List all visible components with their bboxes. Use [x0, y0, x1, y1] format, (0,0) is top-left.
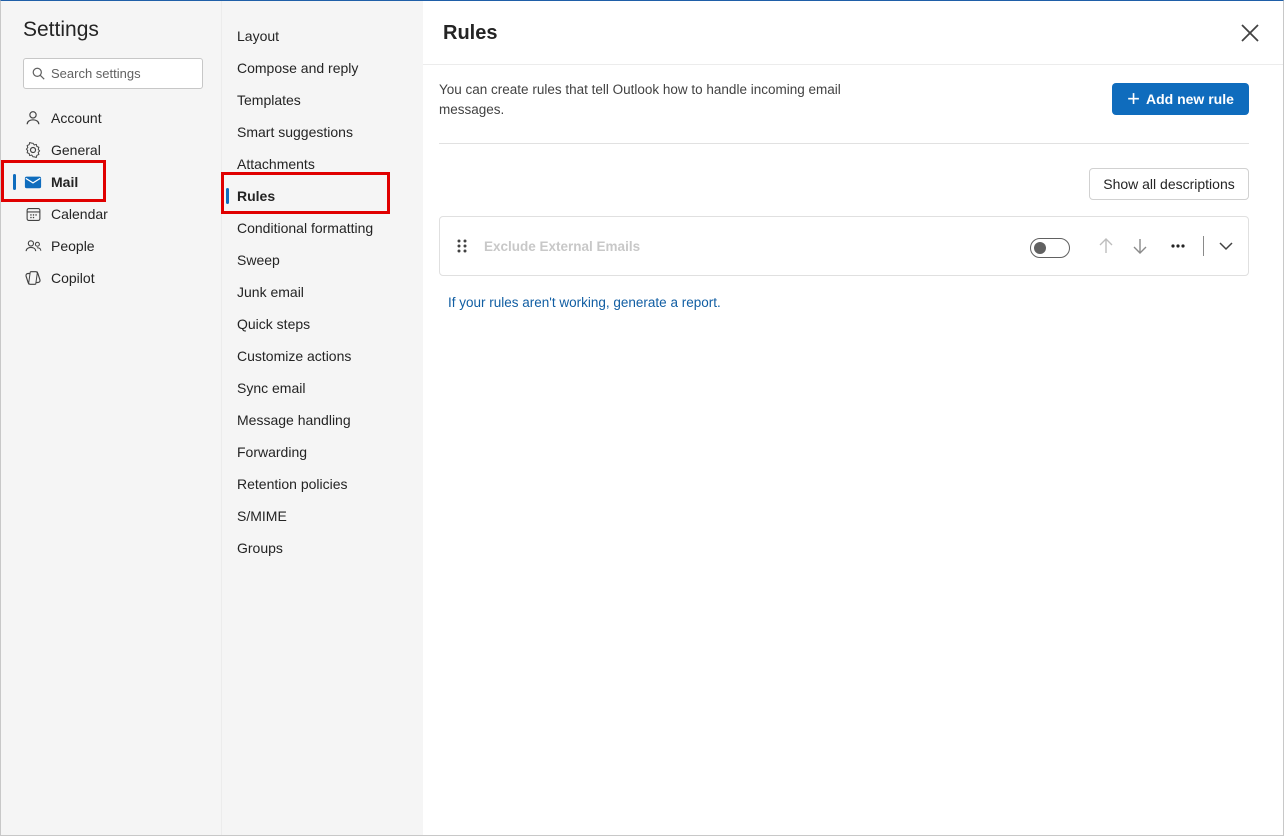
subnav-item-sync-email[interactable]: Sync email	[237, 372, 417, 404]
active-indicator	[226, 188, 229, 204]
rules-description: You can create rules that tell Outlook h…	[439, 82, 841, 117]
rule-enabled-toggle[interactable]	[1030, 238, 1070, 258]
nav-item-label: General	[51, 142, 101, 158]
expand-rule-button[interactable]	[1216, 236, 1236, 256]
nav-item-label: Account	[51, 110, 102, 126]
settings-title: Settings	[23, 18, 99, 41]
subnav-item-attachments[interactable]: Attachments	[237, 148, 417, 180]
settings-dialog: Settings Search settings Account General	[0, 0, 1284, 836]
nav-item-label: Copilot	[51, 270, 95, 286]
subnav-item-customize-actions[interactable]: Customize actions	[237, 340, 417, 372]
subnav-item-quick-steps[interactable]: Quick steps	[237, 308, 417, 340]
subnav-item-smart-suggestions[interactable]: Smart suggestions	[237, 116, 417, 148]
subnav-item-forwarding[interactable]: Forwarding	[237, 436, 417, 468]
rules-panel: Rules You can create rules that tell Out…	[423, 1, 1283, 835]
move-up-button[interactable]	[1096, 236, 1116, 256]
nav-item-people[interactable]: People	[1, 230, 222, 262]
drag-handle-icon[interactable]	[456, 238, 468, 259]
subnav-item-message-handling[interactable]: Message handling	[237, 404, 417, 436]
settings-nav: Settings Search settings Account General	[1, 1, 222, 835]
add-new-rule-label: Add new rule	[1145, 91, 1234, 107]
people-icon	[23, 236, 43, 256]
toggle-knob	[1034, 242, 1046, 254]
nav-item-general[interactable]: General	[1, 134, 222, 166]
header-divider	[423, 64, 1283, 65]
rule-row: Exclude External Emails	[439, 216, 1249, 276]
chevron-down-icon	[1219, 242, 1233, 251]
subnav-item-rules[interactable]: Rules	[237, 180, 417, 212]
nav-item-label: Calendar	[51, 206, 108, 222]
subnav-item-groups[interactable]: Groups	[237, 532, 417, 564]
search-icon	[32, 67, 45, 80]
mail-icon	[23, 172, 43, 192]
arrow-down-icon	[1133, 239, 1147, 254]
show-all-descriptions-button[interactable]: Show all descriptions	[1089, 168, 1249, 200]
close-button[interactable]	[1239, 22, 1261, 44]
close-icon	[1241, 24, 1259, 42]
arrow-up-icon	[1099, 238, 1113, 253]
more-horizontal-icon	[1171, 244, 1185, 248]
subnav-item-retention-policies[interactable]: Retention policies	[237, 468, 417, 500]
subnav-item-smime[interactable]: S/MIME	[237, 500, 417, 532]
rule-name: Exclude External Emails	[484, 239, 641, 254]
section-divider	[439, 143, 1249, 144]
nav-item-label: Mail	[51, 174, 79, 190]
move-down-button[interactable]	[1130, 236, 1150, 256]
copilot-icon	[23, 268, 43, 288]
nav-item-calendar[interactable]: Calendar	[1, 198, 222, 230]
plus-icon: +	[1127, 86, 1140, 111]
person-icon	[23, 108, 43, 128]
subnav-item-conditional-formatting[interactable]: Conditional formatting	[237, 212, 417, 244]
subnav-item-layout[interactable]: Layout	[237, 20, 417, 52]
calendar-icon	[23, 204, 43, 224]
more-options-button[interactable]	[1168, 236, 1188, 256]
mail-settings-nav: Layout Compose and reply Templates Smart…	[222, 1, 423, 835]
gear-icon	[23, 140, 43, 160]
subnav-item-compose-and-reply[interactable]: Compose and reply	[237, 52, 417, 84]
nav-item-copilot[interactable]: Copilot	[1, 262, 222, 294]
add-new-rule-button[interactable]: + Add new rule	[1112, 83, 1249, 115]
nav-item-mail[interactable]: Mail	[1, 166, 222, 198]
nav-item-account[interactable]: Account	[1, 102, 222, 134]
subnav-item-sweep[interactable]: Sweep	[237, 244, 417, 276]
subnav-item-templates[interactable]: Templates	[237, 84, 417, 116]
nav-item-label: People	[51, 238, 95, 254]
toolbar-separator	[1203, 236, 1204, 256]
search-placeholder: Search settings	[51, 66, 141, 81]
search-settings-input[interactable]: Search settings	[23, 58, 203, 89]
subnav-item-junk-email[interactable]: Junk email	[237, 276, 417, 308]
page-title: Rules	[443, 22, 498, 44]
generate-report-link[interactable]: If your rules aren't working, generate a…	[448, 295, 721, 310]
